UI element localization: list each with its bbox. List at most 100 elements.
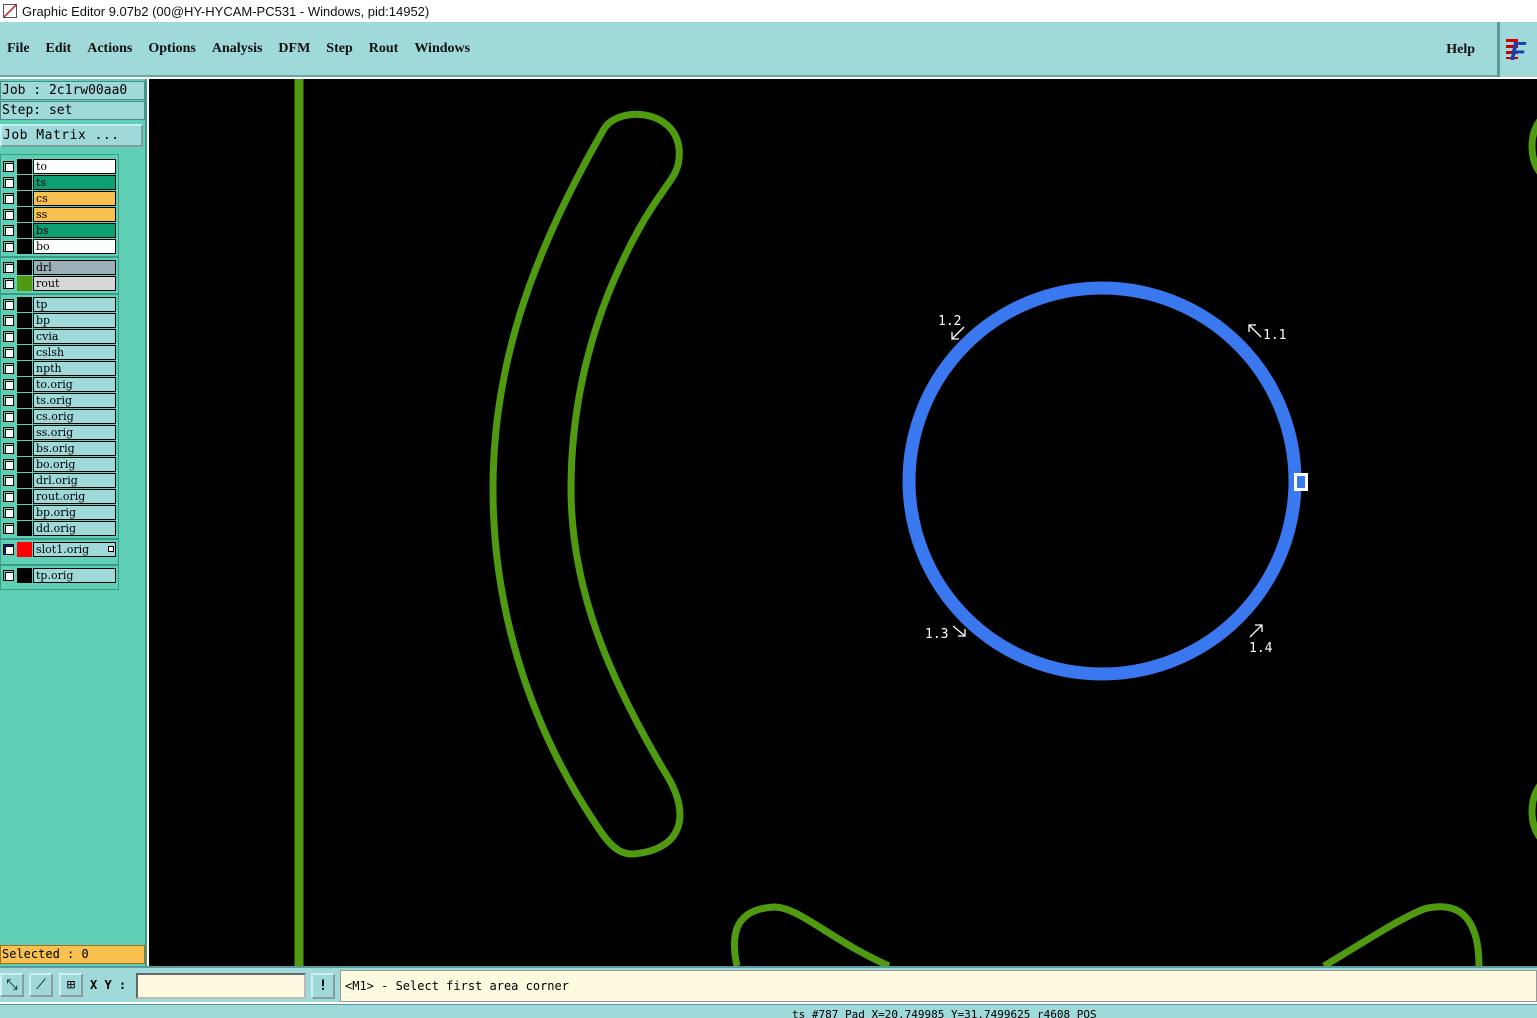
- layer-checkbox[interactable]: [3, 570, 14, 581]
- layer-checkbox[interactable]: [3, 475, 14, 486]
- layer-checkbox[interactable]: [3, 225, 14, 236]
- menu-windows[interactable]: Windows: [414, 41, 470, 57]
- layer-row[interactable]: bp: [1, 313, 118, 328]
- layer-name[interactable]: cs: [33, 191, 116, 206]
- layer-name[interactable]: dd.orig: [33, 521, 116, 536]
- layer-color-swatch[interactable]: [17, 239, 32, 254]
- layer-color-swatch[interactable]: [17, 393, 32, 408]
- layer-row[interactable]: cvia: [1, 329, 118, 344]
- layer-checkbox[interactable]: [3, 544, 14, 555]
- layer-color-swatch[interactable]: [17, 260, 32, 275]
- layer-checkbox[interactable]: [3, 507, 14, 518]
- layer-name[interactable]: cslsh: [33, 345, 116, 360]
- grid-snap-button[interactable]: ⊞: [59, 973, 83, 997]
- layer-name[interactable]: ts: [33, 175, 116, 190]
- menu-dfm[interactable]: DFM: [278, 41, 310, 57]
- menu-file[interactable]: File: [7, 41, 30, 57]
- layer-color-swatch[interactable]: [17, 505, 32, 520]
- layer-name[interactable]: bo: [33, 239, 116, 254]
- layer-row[interactable]: to: [1, 159, 118, 174]
- layer-checkbox[interactable]: [3, 347, 14, 358]
- layer-checkbox[interactable]: [3, 241, 14, 252]
- layer-color-swatch[interactable]: [17, 542, 32, 557]
- layer-name[interactable]: ss.orig: [33, 425, 116, 440]
- layer-checkbox[interactable]: [3, 523, 14, 534]
- layer-checkbox[interactable]: [3, 315, 14, 326]
- layer-row[interactable]: cslsh: [1, 345, 118, 360]
- layer-color-swatch[interactable]: [17, 473, 32, 488]
- layer-row[interactable]: to.orig: [1, 377, 118, 392]
- layer-checkbox[interactable]: [3, 278, 14, 289]
- layer-name[interactable]: tp.orig: [33, 568, 116, 583]
- xy-coordinate-input[interactable]: [136, 973, 306, 999]
- layer-row[interactable]: bo: [1, 239, 118, 254]
- job-matrix-button[interactable]: Job Matrix ...: [0, 124, 143, 147]
- menu-actions[interactable]: Actions: [87, 41, 132, 57]
- layer-name[interactable]: npth: [33, 361, 116, 376]
- layer-row[interactable]: bp.orig: [1, 505, 118, 520]
- layer-row[interactable]: ss.orig: [1, 425, 118, 440]
- zoom-area-button[interactable]: ⤡: [0, 973, 24, 997]
- layer-color-swatch[interactable]: [17, 377, 32, 392]
- message-button[interactable]: !: [311, 973, 335, 999]
- layer-row[interactable]: rout.orig: [1, 489, 118, 504]
- layer-name[interactable]: ss: [33, 207, 116, 222]
- layer-color-swatch[interactable]: [17, 159, 32, 174]
- layer-color-swatch[interactable]: [17, 207, 32, 222]
- layer-row[interactable]: bo.orig: [1, 457, 118, 472]
- layer-name[interactable]: to.orig: [33, 377, 116, 392]
- layer-checkbox[interactable]: [3, 427, 14, 438]
- layer-color-swatch[interactable]: [17, 457, 32, 472]
- layer-name[interactable]: rout: [33, 276, 116, 291]
- measure-button[interactable]: ⟋: [29, 973, 53, 997]
- layer-checkbox[interactable]: [3, 262, 14, 273]
- layer-color-swatch[interactable]: [17, 409, 32, 424]
- layer-color-swatch[interactable]: [17, 191, 32, 206]
- layer-checkbox[interactable]: [3, 443, 14, 454]
- layer-color-swatch[interactable]: [17, 175, 32, 190]
- layer-checkbox[interactable]: [3, 395, 14, 406]
- layer-color-swatch[interactable]: [17, 313, 32, 328]
- layer-row[interactable]: dd.orig: [1, 521, 118, 536]
- layer-name[interactable]: drl: [33, 260, 116, 275]
- layer-row[interactable]: slot1.orig: [1, 542, 118, 557]
- layer-row[interactable]: tp: [1, 297, 118, 312]
- layer-checkbox[interactable]: [3, 177, 14, 188]
- layer-row[interactable]: cs: [1, 191, 118, 206]
- layer-name[interactable]: slot1.orig: [33, 542, 116, 557]
- layer-row[interactable]: ts: [1, 175, 118, 190]
- menu-analysis[interactable]: Analysis: [212, 41, 263, 57]
- layer-name[interactable]: bs: [33, 223, 116, 238]
- layer-row[interactable]: ts.orig: [1, 393, 118, 408]
- layer-row[interactable]: bs.orig: [1, 441, 118, 456]
- layer-name[interactable]: ts.orig: [33, 393, 116, 408]
- layer-row[interactable]: ss: [1, 207, 118, 222]
- layer-color-swatch[interactable]: [17, 425, 32, 440]
- layer-name[interactable]: tp: [33, 297, 116, 312]
- layer-checkbox[interactable]: [3, 459, 14, 470]
- graphic-canvas[interactable]: 1.1 1.2 1.3 1.4: [149, 79, 1537, 966]
- layer-row[interactable]: cs.orig: [1, 409, 118, 424]
- layer-color-swatch[interactable]: [17, 568, 32, 583]
- menu-rout[interactable]: Rout: [369, 41, 399, 57]
- menu-options[interactable]: Options: [148, 41, 195, 57]
- layer-row[interactable]: rout: [1, 276, 118, 291]
- layer-checkbox[interactable]: [3, 193, 14, 204]
- layer-name[interactable]: cs.orig: [33, 409, 116, 424]
- layer-color-swatch[interactable]: [17, 521, 32, 536]
- layer-checkbox[interactable]: [3, 209, 14, 220]
- layer-row[interactable]: bs: [1, 223, 118, 238]
- layer-row[interactable]: npth: [1, 361, 118, 376]
- layer-color-swatch[interactable]: [17, 361, 32, 376]
- layer-row[interactable]: tp.orig: [1, 568, 118, 583]
- layer-color-swatch[interactable]: [17, 297, 32, 312]
- circle-pad[interactable]: [902, 281, 1302, 681]
- layer-color-swatch[interactable]: [17, 345, 32, 360]
- menu-edit[interactable]: Edit: [46, 41, 72, 57]
- layer-name[interactable]: bs.orig: [33, 441, 116, 456]
- layer-name[interactable]: bp: [33, 313, 116, 328]
- layer-color-swatch[interactable]: [17, 489, 32, 504]
- layer-name[interactable]: rout.orig: [33, 489, 116, 504]
- layer-color-swatch[interactable]: [17, 223, 32, 238]
- layer-color-swatch[interactable]: [17, 329, 32, 344]
